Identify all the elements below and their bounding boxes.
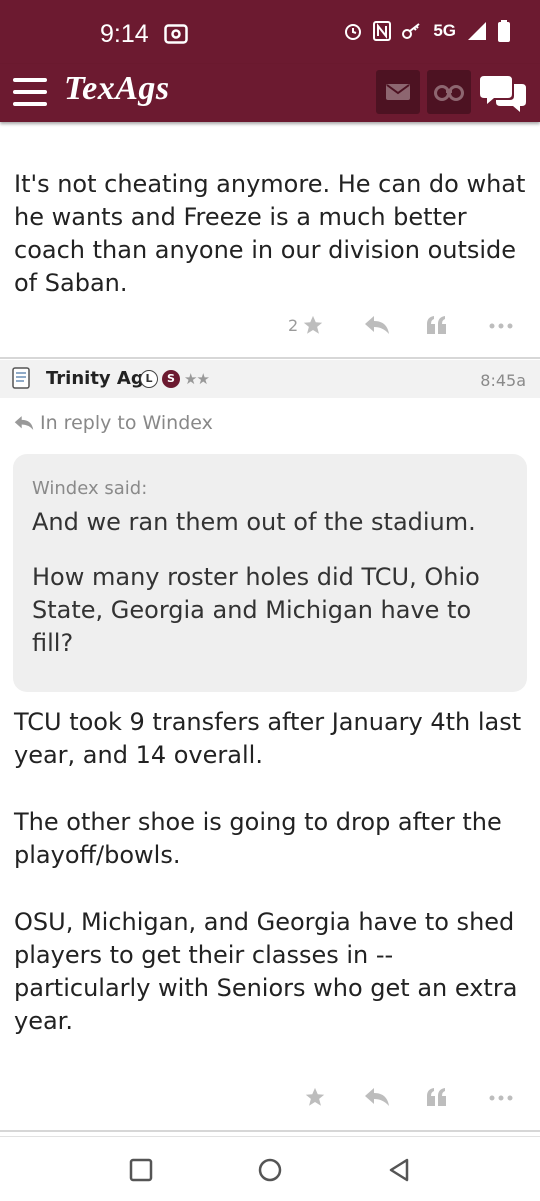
star-button[interactable] [304,1086,326,1108]
quote-button[interactable] [426,314,448,336]
system-nav-bar [0,1136,540,1201]
post-paragraph: OSU, Michigan, and Georgia have to shed … [14,908,518,1035]
reply-icon [14,416,34,430]
binoculars-icon [434,85,464,101]
badge-s: S [162,370,180,388]
mail-icon [386,84,410,100]
screenshot-icon [164,24,188,44]
more-icon [489,323,513,329]
menu-icon[interactable] [13,78,47,106]
recents-icon[interactable] [126,1155,156,1185]
star-icon [305,1087,325,1106]
reply-button[interactable] [364,1086,390,1108]
quote-line: And we ran them out of the stadium. [32,508,476,536]
reply-to-link[interactable]: In reply to Windex [14,412,213,434]
post-actions: 2 [280,314,520,344]
quote-icon [427,1088,446,1106]
author-stars: ★★ [184,370,210,388]
post-divider [0,357,540,359]
post-divider [0,1130,540,1132]
status-time: 9:14 [100,20,149,48]
nfc-icon [373,21,392,41]
post-paragraph: TCU took 9 transfers after January 4th l… [14,708,522,769]
chat-icon[interactable] [480,72,526,114]
more-button[interactable] [488,1086,514,1108]
star-count: 2 [288,315,299,335]
document-icon [12,367,30,389]
star-button[interactable]: 2 [288,314,324,336]
network-type: 5G [433,21,456,40]
back-icon[interactable] [384,1155,414,1185]
status-icons: 5G [343,20,510,42]
reply-button[interactable] [364,314,390,336]
star-icon [304,315,323,334]
post-body: It's not cheating anymore. He can do wha… [14,170,526,297]
quote-button[interactable] [426,1086,448,1108]
quote-line: How many roster holes did TCU, Ohio Stat… [32,563,480,657]
post-time: 8:45a [480,371,526,390]
post-actions [280,1086,520,1116]
reply-icon [365,316,389,334]
alarm-icon [345,24,362,40]
more-button[interactable] [488,314,514,336]
signal-icon [468,22,486,40]
post-body: TCU took 9 transfers after January 4th l… [14,706,530,1072]
messages-button[interactable] [376,70,420,114]
app-bar: TexAgs [0,64,540,122]
post-header: Trinity Ag L S ★★ 8:45a [0,360,540,398]
badge-l: L [140,370,158,388]
reply-icon [365,1088,389,1106]
quote-author: Windex said: [32,478,148,499]
watchlist-button[interactable] [427,70,471,114]
post-paragraph: The other shoe is going to drop after th… [14,808,502,869]
app-logo[interactable]: TexAgs [64,70,170,108]
key-icon [402,23,420,39]
quote-block: Windex said: And we ran them out of the … [13,454,527,692]
home-icon[interactable] [255,1155,285,1185]
status-bar: 9:14 5G [0,0,540,64]
battery-icon [498,20,510,42]
more-icon [489,1095,513,1101]
quote-icon [427,316,446,334]
author-name[interactable]: Trinity Ag [46,368,144,389]
quote-text: And we ran them out of the stadium. How … [32,506,510,682]
reply-to-text: In reply to Windex [40,412,213,434]
